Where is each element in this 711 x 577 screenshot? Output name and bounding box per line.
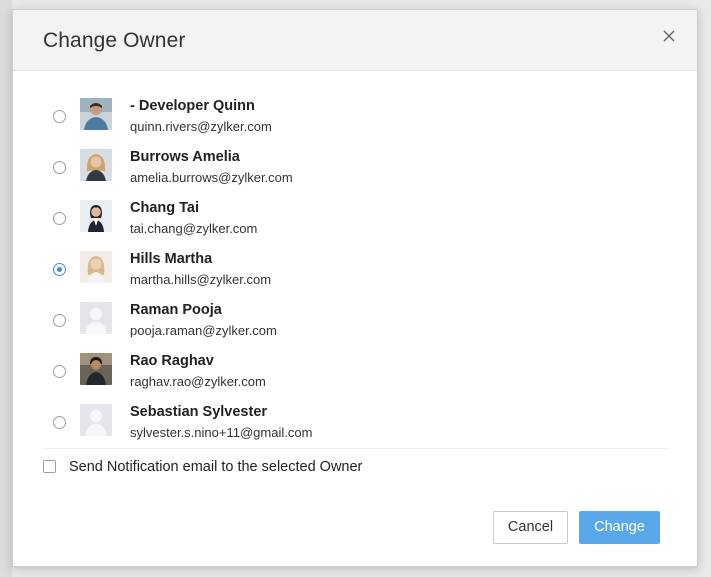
owner-radio[interactable]: [53, 161, 66, 174]
owner-name: Chang Tai: [130, 200, 200, 216]
owner-list: - Developer Quinn quinn.rivers@zylker.co…: [13, 90, 697, 447]
divider: [43, 448, 669, 449]
close-icon[interactable]: [659, 26, 679, 46]
dialog-title: Change Owner: [43, 29, 186, 52]
cancel-button[interactable]: Cancel: [493, 511, 568, 544]
owner-email: quinn.rivers@zylker.com: [130, 119, 272, 134]
owner-email: sylvester.s.nino+11@gmail.com: [130, 425, 313, 440]
owner-radio[interactable]: [53, 110, 66, 123]
owner-email: tai.chang@zylker.com: [130, 221, 258, 236]
owner-name: Raman Pooja: [130, 302, 222, 318]
owner-row[interactable]: Burrows Amelia amelia.burrows@zylker.com: [13, 141, 697, 192]
owner-row[interactable]: Rao Raghav raghav.rao@zylker.com: [13, 345, 697, 396]
owner-radio[interactable]: [53, 212, 66, 225]
avatar-placeholder: [80, 302, 112, 334]
owner-radio[interactable]: [53, 314, 66, 327]
change-owner-dialog: Change Owner - Developer Quinn quinn.riv…: [12, 9, 698, 567]
owner-radio[interactable]: [53, 416, 66, 429]
owner-row[interactable]: Sebastian Sylvester sylvester.s.nino+11@…: [13, 396, 697, 447]
owner-name: - Developer Quinn: [130, 98, 255, 114]
owner-name: Burrows Amelia: [130, 149, 240, 165]
notification-label: Send Notification email to the selected …: [69, 459, 363, 475]
owner-row[interactable]: Raman Pooja pooja.raman@zylker.com: [13, 294, 697, 345]
change-button[interactable]: Change: [579, 511, 660, 544]
avatar: [80, 149, 112, 181]
avatar: [80, 353, 112, 385]
owner-row[interactable]: Hills Martha martha.hills@zylker.com: [13, 243, 697, 294]
notification-checkbox[interactable]: [43, 460, 56, 473]
owner-name: Rao Raghav: [130, 353, 214, 369]
background-page: [0, 0, 12, 577]
dialog-header: Change Owner: [13, 10, 697, 71]
owner-email: amelia.burrows@zylker.com: [130, 170, 293, 185]
owner-row[interactable]: - Developer Quinn quinn.rivers@zylker.co…: [13, 90, 697, 141]
avatar: [80, 200, 112, 232]
owner-name: Hills Martha: [130, 251, 213, 267]
owner-row[interactable]: Chang Tai tai.chang@zylker.com: [13, 192, 697, 243]
owner-email: martha.hills@zylker.com: [130, 272, 272, 287]
avatar: [80, 251, 112, 283]
owner-name: Sebastian Sylvester: [130, 404, 268, 420]
avatar-placeholder: [80, 404, 112, 436]
owner-email: raghav.rao@zylker.com: [130, 374, 266, 389]
avatar: [80, 98, 112, 130]
owner-radio[interactable]: [53, 365, 66, 378]
owner-radio-selected[interactable]: [53, 263, 66, 276]
owner-email: pooja.raman@zylker.com: [130, 323, 277, 338]
